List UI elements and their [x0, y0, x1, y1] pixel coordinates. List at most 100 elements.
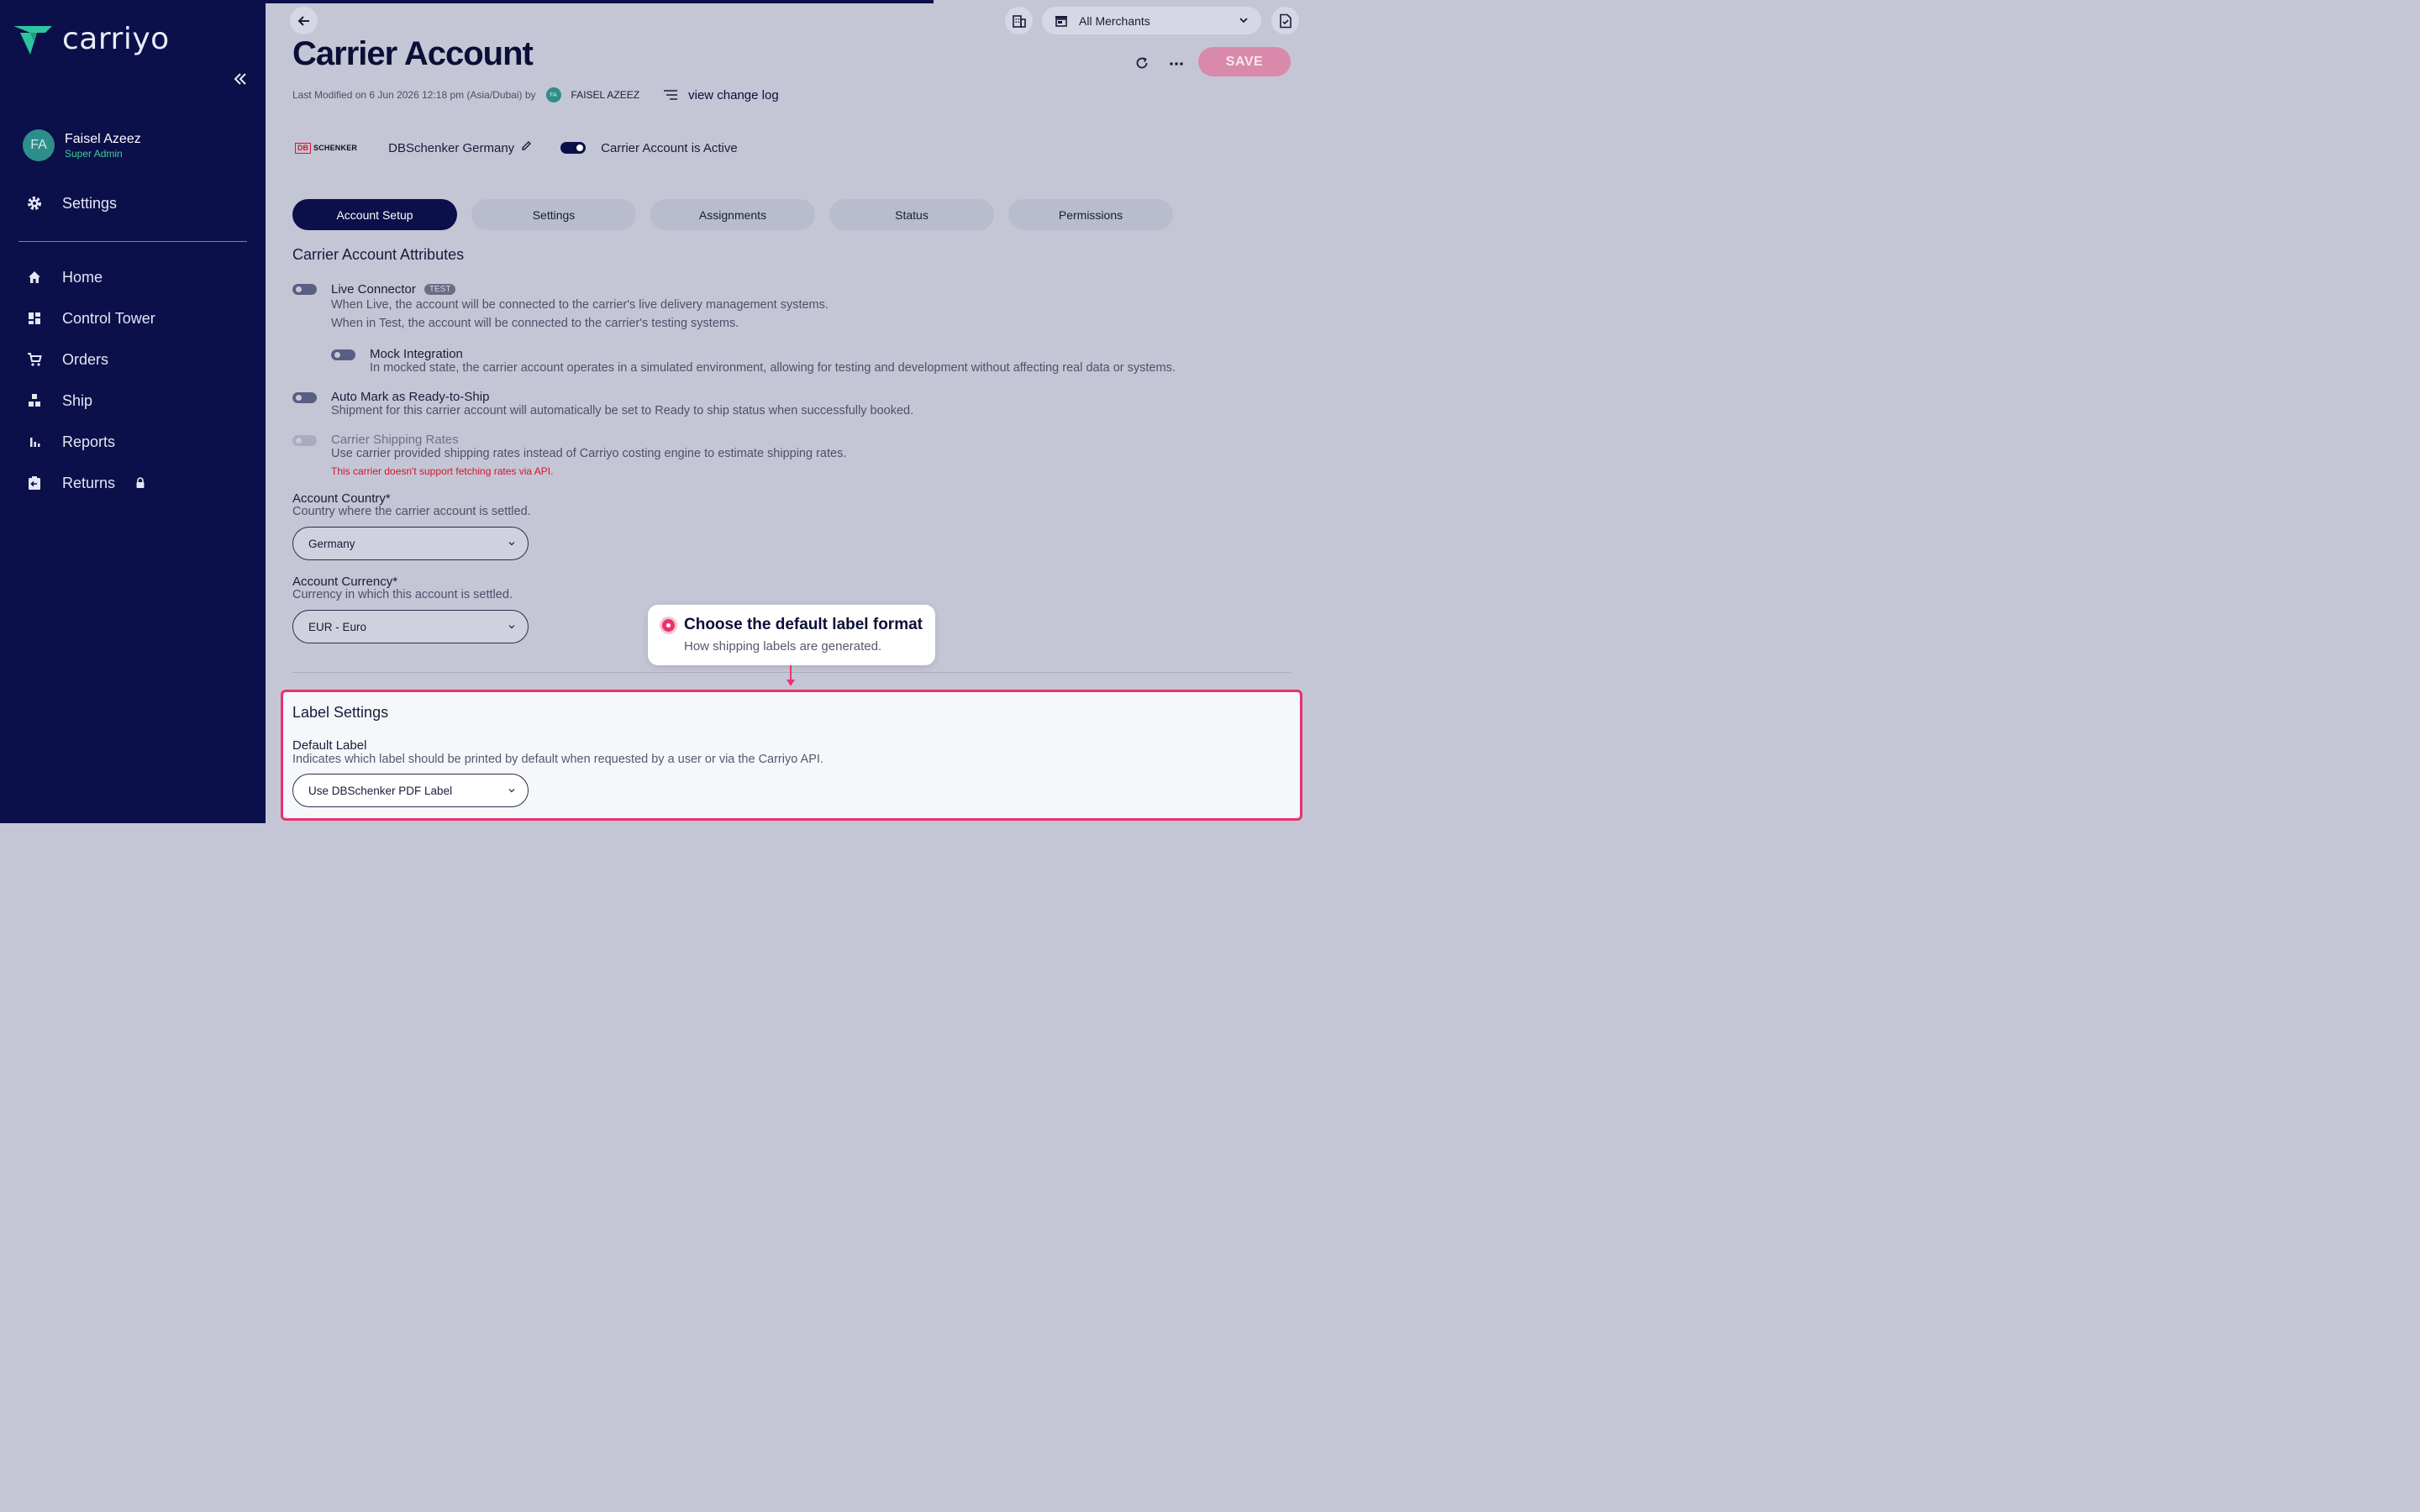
- mock-integration-label: Mock Integration: [370, 347, 463, 361]
- default-label-help: Indicates which label should be printed …: [292, 753, 823, 766]
- home-icon: [25, 268, 44, 286]
- live-connector-label: Live Connector TEST: [331, 282, 456, 297]
- user-role: Super Admin: [65, 147, 123, 160]
- chevron-down-icon: [508, 625, 515, 629]
- guide-tooltip: Choose the default label format How ship…: [648, 605, 935, 665]
- change-log-label: view change log: [688, 87, 779, 102]
- carrier-info: DB SCHENKER DBSchenker Germany Carrier A…: [295, 139, 738, 157]
- active-toggle-label: Carrier Account is Active: [601, 140, 738, 155]
- refresh-button[interactable]: [1134, 55, 1150, 75]
- account-currency-help: Currency in which this account is settle…: [292, 588, 513, 601]
- tab-assignments[interactable]: Assignments: [650, 199, 815, 230]
- last-modified-text: Last Modified on 6 Jun 2026 12:18 pm (As…: [292, 89, 536, 101]
- auto-mark-label: Auto Mark as Ready-to-Ship: [331, 390, 490, 404]
- tab-account-setup[interactable]: Account Setup: [292, 199, 457, 230]
- modifier-avatar: FA: [545, 87, 561, 102]
- sidebar-item-label: Ship: [62, 391, 93, 409]
- live-connector-desc-2: When in Test, the account will be connec…: [331, 317, 739, 330]
- boxes-icon: [25, 391, 44, 410]
- tooltip-arrow-head-icon: [786, 680, 795, 686]
- sidebar-item-settings[interactable]: Settings: [25, 192, 117, 214]
- tab-status[interactable]: Status: [829, 199, 994, 230]
- logo-text: carriyo: [62, 22, 170, 56]
- sidebar-item-label: Orders: [62, 350, 109, 368]
- active-toggle[interactable]: [560, 142, 587, 154]
- account-currency-label: Account Currency*: [292, 575, 398, 589]
- bar-chart-icon: [25, 433, 44, 451]
- tab-bar: Account Setup Settings Assignments Statu…: [292, 199, 1173, 230]
- chevron-down-icon: [508, 789, 515, 793]
- sidebar-item-reports[interactable]: Reports: [25, 431, 115, 453]
- carriyo-logo-icon: [13, 25, 52, 55]
- scroll-clip: [266, 230, 1318, 247]
- test-badge: TEST: [424, 284, 456, 295]
- modifier-name: FAISEL AZEEZ: [571, 89, 640, 101]
- gear-icon: [25, 194, 44, 213]
- chevron-down-icon: [1239, 18, 1248, 24]
- section-divider: [292, 672, 1291, 673]
- sidebar: carriyo FA Faisel Azeez Super Admin Sett…: [0, 0, 266, 823]
- auto-mark-toggle[interactable]: [292, 392, 317, 403]
- tooltip-title: Choose the default label format: [684, 616, 923, 633]
- default-label-value: Use DBSchenker PDF Label: [308, 784, 453, 797]
- back-button[interactable]: [290, 7, 318, 34]
- organization-button[interactable]: [1005, 7, 1033, 34]
- building-icon: [1012, 14, 1026, 28]
- dashboard-icon: [25, 309, 44, 328]
- carrier-logo-box: DB: [295, 142, 311, 154]
- live-connector-desc-1: When Live, the account will be connected…: [331, 298, 829, 312]
- sidebar-item-label: Settings: [62, 194, 118, 212]
- sidebar-item-returns[interactable]: Returns: [25, 472, 145, 494]
- sidebar-item-ship[interactable]: Ship: [25, 390, 92, 412]
- edit-name-icon[interactable]: [521, 140, 532, 155]
- user-profile[interactable]: FA Faisel Azeez Super Admin: [23, 129, 141, 161]
- carrier-name: DBSchenker Germany: [388, 140, 515, 155]
- sidebar-item-orders[interactable]: Orders: [25, 349, 108, 370]
- save-button[interactable]: SAVE: [1198, 47, 1291, 76]
- more-horizontal-icon: [1170, 62, 1183, 66]
- tab-settings[interactable]: Settings: [471, 199, 636, 230]
- live-connector-toggle[interactable]: [292, 284, 317, 295]
- carrier-logo: DB SCHENKER: [295, 142, 358, 154]
- tooltip-subtitle: How shipping labels are generated.: [684, 639, 882, 654]
- carriyo-logo[interactable]: carriyo: [12, 22, 170, 56]
- mock-integration-desc: In mocked state, the carrier account ope…: [370, 361, 1176, 375]
- view-change-log-link[interactable]: view change log: [663, 88, 779, 102]
- document-check-button[interactable]: [1271, 7, 1299, 34]
- mock-integration-toggle[interactable]: [331, 349, 355, 360]
- chevron-down-icon: [508, 542, 515, 546]
- merchant-select-value: All Merchants: [1079, 13, 1150, 28]
- account-country-select[interactable]: Germany: [292, 527, 529, 560]
- shipping-rates-toggle: [292, 435, 317, 446]
- sidebar-divider: [18, 241, 247, 242]
- account-currency-select[interactable]: EUR - Euro: [292, 610, 529, 643]
- lock-icon: [135, 477, 145, 489]
- sidebar-item-label: Control Tower: [62, 309, 155, 327]
- default-label-label: Default Label: [292, 738, 367, 753]
- default-label-select[interactable]: Use DBSchenker PDF Label: [292, 774, 529, 807]
- tooltip-dot-icon: [662, 619, 675, 632]
- sidebar-item-home[interactable]: Home: [25, 266, 103, 288]
- tab-permissions[interactable]: Permissions: [1008, 199, 1173, 230]
- arrow-left-icon: [297, 15, 309, 26]
- store-icon: [1055, 15, 1067, 27]
- sidebar-item-label: Returns: [62, 474, 116, 491]
- account-country-value: Germany: [308, 537, 355, 550]
- carrier-logo-text: SCHENKER: [313, 144, 358, 152]
- user-name: Faisel Azeez: [65, 131, 141, 146]
- refresh-icon: [1136, 57, 1148, 69]
- returns-icon: [25, 474, 44, 492]
- sidebar-item-control-tower[interactable]: Control Tower: [25, 307, 155, 329]
- sidebar-item-label: Home: [62, 268, 103, 286]
- avatar: FA: [23, 129, 55, 161]
- sidebar-item-label: Reports: [62, 433, 116, 450]
- shipping-rates-error: This carrier doesn't support fetching ra…: [331, 465, 554, 477]
- collapse-sidebar-icon[interactable]: [232, 71, 252, 91]
- list-icon: [664, 90, 678, 100]
- merchant-select[interactable]: All Merchants: [1042, 7, 1261, 34]
- account-country-help: Country where the carrier account is set…: [292, 505, 531, 518]
- account-country-label: Account Country*: [292, 491, 391, 506]
- more-options-button[interactable]: [1169, 55, 1184, 75]
- shipping-rates-label: Carrier Shipping Rates: [331, 433, 459, 447]
- cart-icon: [25, 350, 44, 369]
